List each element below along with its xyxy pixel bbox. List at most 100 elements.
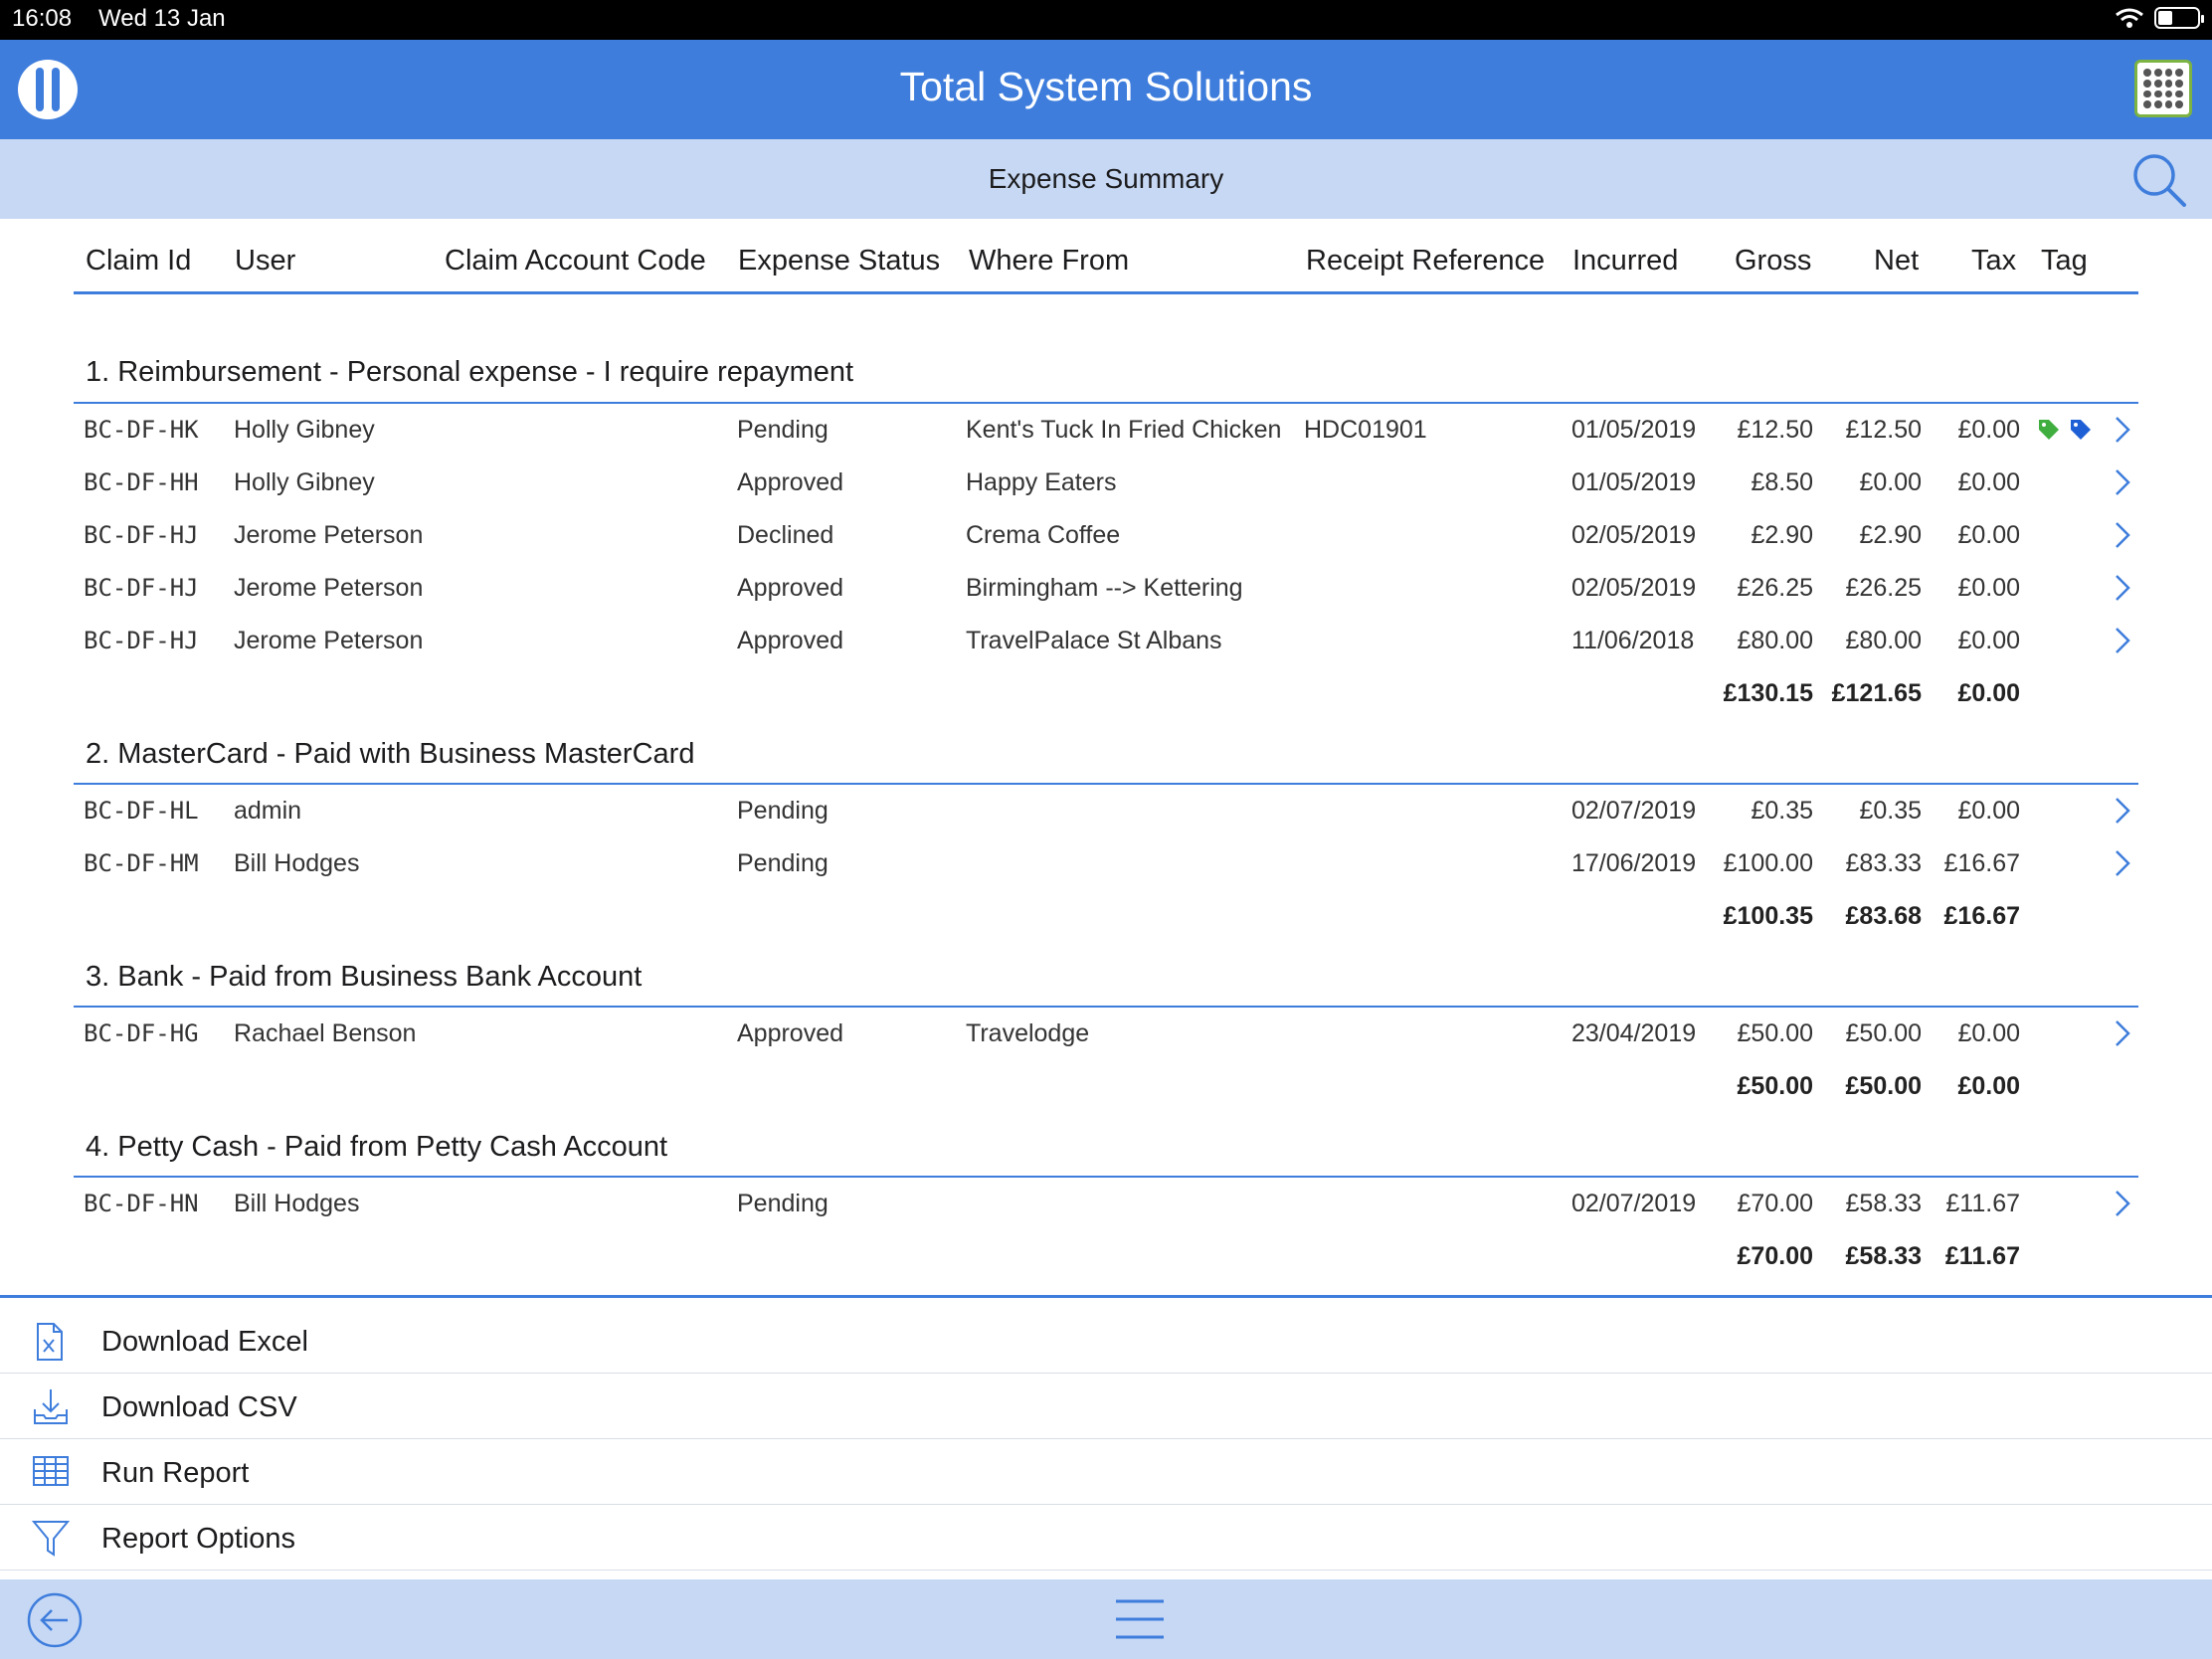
table-row[interactable]: BC-DF-HJ Jerome Peterson Approved Travel… (0, 617, 2212, 666)
table-row[interactable]: BC-DF-HJ Jerome Peterson Declined Crema … (0, 511, 2212, 561)
status-date: Wed 13 Jan (98, 5, 226, 32)
section-title: 1. Reimbursement - Personal expense - I … (86, 356, 854, 388)
table-row[interactable]: BC-DF-HJ Jerome Peterson Approved Birmin… (0, 564, 2212, 614)
chevron-right-icon[interactable] (2113, 466, 2132, 498)
cell-tax: £11.67 (1945, 1190, 2020, 1217)
cell-net: £58.33 (1845, 1190, 1922, 1217)
cell-user: Bill Hodges (234, 849, 360, 877)
cell-gross: £80.00 (1737, 627, 1813, 654)
cell-net: £0.00 (1859, 468, 1922, 496)
cell-where-from: TravelPalace St Albans (966, 627, 1222, 654)
section-total-row: £100.35 £83.68 £16.67 (0, 892, 2212, 942)
table-row[interactable]: BC-DF-HN Bill Hodges Pending 02/07/2019 … (0, 1180, 2212, 1229)
total-net: £83.68 (1845, 902, 1922, 930)
cell-status: Pending (737, 849, 829, 877)
cell-gross: £50.00 (1737, 1019, 1813, 1047)
cell-incurred: 02/07/2019 (1571, 1190, 1697, 1217)
cell-gross: £2.90 (1751, 521, 1813, 549)
col-gross[interactable]: Gross (1735, 245, 1811, 277)
cell-receipt: HDC01901 (1304, 416, 1427, 444)
col-tax[interactable]: Tax (1971, 245, 2016, 277)
bottom-toolbar (0, 1579, 2212, 1659)
cell-incurred: 11/06/2018 (1571, 627, 1695, 654)
col-net[interactable]: Net (1874, 245, 1919, 277)
total-tax: £0.00 (1957, 679, 2020, 707)
cell-incurred: 02/07/2019 (1571, 797, 1697, 825)
chevron-right-icon[interactable] (2113, 1017, 2132, 1049)
cell-net: £12.50 (1845, 416, 1922, 444)
col-user[interactable]: User (235, 245, 295, 277)
page-title: Expense Summary (988, 163, 1224, 194)
section-divider (74, 1006, 2138, 1008)
cell-net: £2.90 (1859, 521, 1922, 549)
cell-net: £26.25 (1845, 574, 1922, 602)
cell-where-from: Happy Eaters (966, 468, 1117, 496)
search-icon[interactable] (2130, 151, 2188, 209)
cell-claim-id: BC-DF-HG (84, 1019, 199, 1047)
cell-status: Approved (737, 627, 844, 654)
cell-user: Jerome Peterson (234, 627, 424, 654)
cell-incurred: 23/04/2019 (1571, 1019, 1697, 1047)
col-expense-status[interactable]: Expense Status (738, 245, 940, 277)
total-tax: £16.67 (1943, 902, 2020, 930)
chevron-right-icon[interactable] (2113, 1188, 2132, 1219)
blue-tag-icon[interactable] (2069, 418, 2093, 442)
cell-tax: £0.00 (1957, 574, 2020, 602)
total-tax: £0.00 (1957, 1072, 2020, 1100)
cell-incurred: 02/05/2019 (1571, 521, 1697, 549)
total-gross: £70.00 (1737, 1242, 1813, 1270)
section-total-row: £130.15 £121.65 £0.00 (0, 669, 2212, 719)
run-report-button[interactable]: Run Report (0, 1439, 2212, 1505)
table-row[interactable]: BC-DF-HG Rachael Benson Approved Travelo… (0, 1010, 2212, 1059)
col-claim-id[interactable]: Claim Id (86, 245, 191, 277)
table-row[interactable]: BC-DF-HL admin Pending 02/07/2019 £0.35 … (0, 787, 2212, 836)
green-tag-icon[interactable] (2037, 418, 2061, 442)
chevron-right-icon[interactable] (2113, 625, 2132, 656)
cell-net: £50.00 (1845, 1019, 1922, 1047)
total-net: £121.65 (1831, 679, 1922, 707)
section-divider (74, 783, 2138, 785)
chevron-right-icon[interactable] (2113, 519, 2132, 551)
report-options-button[interactable]: Report Options (0, 1505, 2212, 1570)
download-excel-button[interactable]: Download Excel (0, 1308, 2212, 1374)
col-claim-account-code[interactable]: Claim Account Code (445, 245, 706, 277)
col-tag[interactable]: Tag (2041, 245, 2088, 277)
app-header: Total System Solutions (0, 40, 2212, 139)
cell-incurred: 01/05/2019 (1571, 468, 1697, 496)
section-title: 2. MasterCard - Paid with Business Maste… (86, 738, 695, 770)
menu-divider (0, 1295, 2212, 1298)
cell-user: Bill Hodges (234, 1190, 360, 1217)
col-incurred[interactable]: Incurred (1572, 245, 1678, 277)
section-total-row: £50.00 £50.00 £0.00 (0, 1062, 2212, 1112)
cell-tax: £0.00 (1957, 1019, 2020, 1047)
cell-claim-id: BC-DF-HJ (84, 521, 199, 549)
apps-grid-icon[interactable] (2134, 60, 2192, 117)
col-where-from[interactable]: Where From (969, 245, 1129, 277)
cell-status: Declined (737, 521, 834, 549)
cell-where-from: Crema Coffee (966, 521, 1121, 549)
filter-funnel-icon (32, 1521, 70, 1557)
chevron-right-icon[interactable] (2113, 795, 2132, 827)
cell-where-from: Travelodge (966, 1019, 1090, 1047)
table-row[interactable]: BC-DF-HK Holly Gibney Pending Kent's Tuc… (0, 406, 2212, 456)
back-arrow-icon[interactable] (26, 1591, 84, 1649)
cell-where-from: Kent's Tuck In Fried Chicken (966, 416, 1282, 444)
table-grid-icon (33, 1456, 69, 1486)
col-receipt-reference[interactable]: Receipt Reference (1306, 245, 1545, 277)
menu-label: Download Excel (101, 1326, 308, 1358)
table-row[interactable]: BC-DF-HM Bill Hodges Pending 17/06/2019 … (0, 839, 2212, 889)
battery-icon (2154, 7, 2204, 29)
table-row[interactable]: BC-DF-HH Holly Gibney Approved Happy Eat… (0, 459, 2212, 508)
chevron-right-icon[interactable] (2113, 847, 2132, 879)
total-gross: £50.00 (1737, 1072, 1813, 1100)
cell-user: Jerome Peterson (234, 574, 424, 602)
download-csv-button[interactable]: Download CSV (0, 1374, 2212, 1439)
cell-net: £0.35 (1859, 797, 1922, 825)
chevron-right-icon[interactable] (2113, 572, 2132, 604)
cell-tax: £0.00 (1957, 468, 2020, 496)
cell-gross: £26.25 (1737, 574, 1813, 602)
cell-status: Approved (737, 574, 844, 602)
chevron-right-icon[interactable] (2113, 414, 2132, 446)
cell-user: Holly Gibney (234, 468, 375, 496)
hamburger-menu-icon[interactable] (1114, 1595, 1166, 1643)
